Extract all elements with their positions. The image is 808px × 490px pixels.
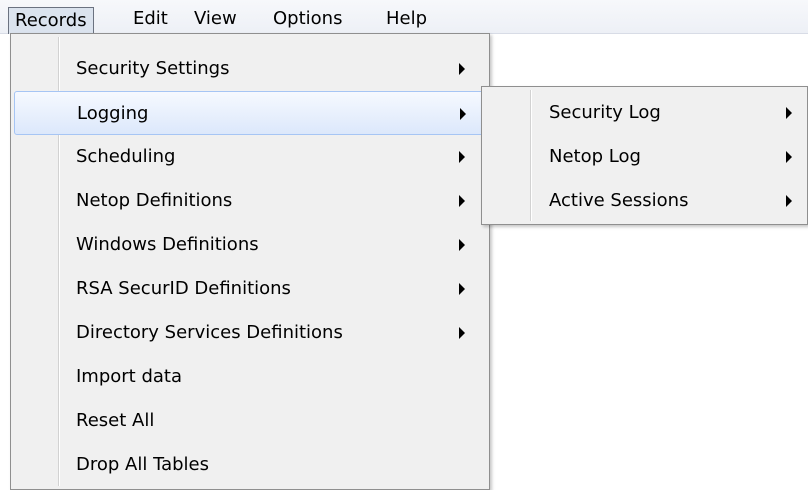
submenu-item-label: Active Sessions	[549, 190, 689, 211]
submenu-arrow-icon	[459, 283, 465, 295]
submenu-arrow-icon	[786, 107, 792, 119]
menu-item-directory-services-definitions[interactable]: Directory Services Definitions	[14, 311, 486, 355]
help-menu-label: Help	[386, 8, 428, 29]
menu-item-windows-definitions[interactable]: Windows Definitions	[14, 223, 486, 267]
records-menu-label: Records	[15, 10, 87, 31]
view-menu-label: View	[194, 8, 237, 29]
menu-item-rsa-securid-definitions[interactable]: RSA SecurID Definitions	[14, 267, 486, 311]
menu-item-label: Import data	[76, 366, 183, 387]
menu-item-label: Reset All	[76, 410, 155, 431]
menu-item-scheduling[interactable]: Scheduling	[14, 135, 486, 179]
menu-item-label: Drop All Tables	[76, 454, 209, 475]
edit-menu[interactable]: Edit	[129, 7, 172, 31]
menu-item-label: Logging	[77, 103, 149, 124]
menu-item-reset-all[interactable]: Reset All	[14, 399, 486, 443]
submenu-arrow-icon	[460, 108, 466, 120]
menu-item-label: Security Settings	[76, 58, 230, 79]
submenu-item-label: Netop Log	[549, 146, 641, 167]
menu-item-logging[interactable]: Logging	[14, 91, 486, 135]
submenu-arrow-icon	[459, 63, 465, 75]
menu-item-label: Scheduling	[76, 146, 176, 167]
menu-item-drop-all-tables[interactable]: Drop All Tables	[14, 443, 486, 487]
options-menu[interactable]: Options	[269, 7, 346, 31]
menu-item-label: RSA SecurID Definitions	[76, 278, 291, 299]
logging-submenu: Security Log Netop Log Active Sessions	[481, 86, 808, 225]
menu-item-label: Windows Definitions	[76, 234, 259, 255]
submenu-item-netop-log[interactable]: Netop Log	[485, 135, 803, 179]
submenu-item-active-sessions[interactable]: Active Sessions	[485, 179, 803, 223]
options-menu-label: Options	[273, 8, 343, 29]
menu-item-label: Netop Definitions	[76, 190, 233, 211]
submenu-arrow-icon	[459, 239, 465, 251]
submenu-arrow-icon	[786, 195, 792, 207]
menu-item-label: Directory Services Definitions	[76, 322, 343, 343]
submenu-arrow-icon	[459, 195, 465, 207]
help-menu[interactable]: Help	[382, 7, 431, 31]
submenu-arrow-icon	[459, 327, 465, 339]
menu-item-security-settings[interactable]: Security Settings	[14, 47, 486, 91]
view-menu[interactable]: View	[190, 7, 241, 31]
submenu-arrow-icon	[459, 151, 465, 163]
submenu-item-security-log[interactable]: Security Log	[485, 91, 803, 135]
records-menu[interactable]: Records	[8, 7, 94, 34]
menu-item-netop-definitions[interactable]: Netop Definitions	[14, 179, 486, 223]
edit-menu-label: Edit	[133, 8, 168, 29]
menu-bar: Records Edit View Options Help	[0, 0, 808, 34]
submenu-arrow-icon	[786, 151, 792, 163]
menu-item-import-data[interactable]: Import data	[14, 355, 486, 399]
submenu-item-label: Security Log	[549, 102, 661, 123]
records-dropdown-menu: Security Settings Logging Scheduling Net…	[10, 33, 490, 490]
application-window: Records Edit View Options Help Security …	[0, 0, 808, 490]
